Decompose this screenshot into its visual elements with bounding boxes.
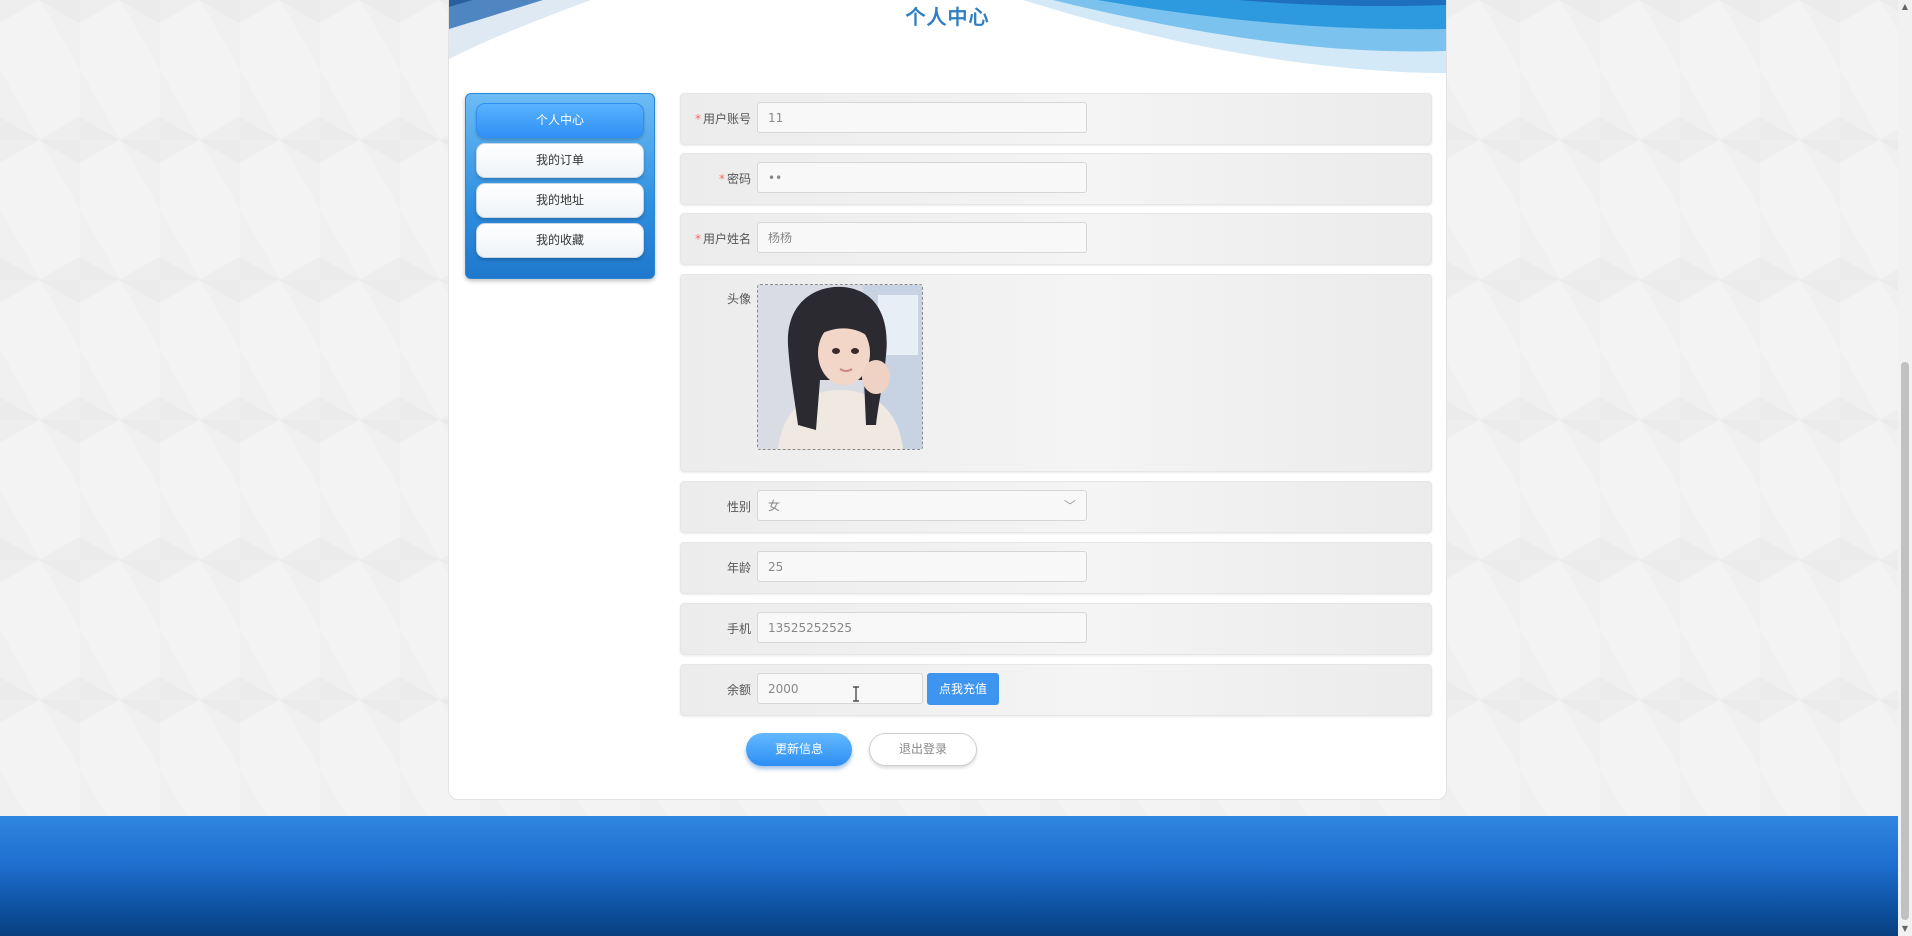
name-label-text: 用户姓名 bbox=[702, 232, 751, 246]
sidebar-item-profile[interactable]: 个人中心 bbox=[476, 103, 644, 138]
form-row-account: * 用户账号 11 bbox=[680, 93, 1432, 145]
account-input[interactable]: 11 bbox=[757, 102, 1087, 133]
required-mark: * bbox=[694, 232, 701, 246]
form-row-name: * 用户姓名 杨杨 bbox=[680, 213, 1432, 265]
gender-select-value: 女 bbox=[768, 499, 781, 513]
password-label-text: 密码 bbox=[726, 172, 751, 186]
password-input[interactable]: •• bbox=[757, 162, 1087, 193]
update-info-button[interactable]: 更新信息 bbox=[746, 733, 852, 766]
recharge-button[interactable]: 点我充值 bbox=[927, 673, 999, 705]
age-input[interactable]: 25 bbox=[757, 551, 1087, 582]
sidebar-nav: 个人中心 我的订单 我的地址 我的收藏 bbox=[465, 93, 655, 279]
form-row-password: * 密码 •• bbox=[680, 153, 1432, 205]
chevron-down-icon: ﹀ bbox=[1063, 499, 1076, 513]
phone-input[interactable]: 13525252525 bbox=[757, 612, 1087, 643]
sidebar-item-orders[interactable]: 我的订单 bbox=[476, 143, 644, 178]
form-row-phone: 手机 13525252525 bbox=[680, 603, 1432, 655]
name-label: * 用户姓名 bbox=[681, 214, 751, 264]
account-label-text: 用户账号 bbox=[702, 112, 751, 126]
scroll-down-icon[interactable]: ▼ bbox=[1898, 922, 1912, 936]
avatar-label: 头像 bbox=[726, 292, 751, 306]
name-input[interactable]: 杨杨 bbox=[757, 222, 1087, 253]
required-mark: * bbox=[718, 172, 725, 186]
scrollbar-thumb[interactable] bbox=[1901, 362, 1909, 920]
page-title: 个人中心 bbox=[905, 5, 990, 29]
logout-button[interactable]: 退出登录 bbox=[869, 733, 977, 766]
sidebar-item-address[interactable]: 我的地址 bbox=[476, 183, 644, 218]
sidebar-item-favorites[interactable]: 我的收藏 bbox=[476, 223, 644, 258]
scroll-up-icon[interactable]: ▲ bbox=[1898, 0, 1912, 14]
balance-label: 余额 bbox=[726, 683, 751, 697]
password-label: * 密码 bbox=[681, 154, 751, 204]
form-row-balance: 余额 2000 点我充值 bbox=[680, 664, 1432, 716]
text-cursor-icon bbox=[853, 686, 859, 702]
account-label: * 用户账号 bbox=[681, 94, 751, 144]
form-row-avatar: 头像 bbox=[680, 274, 1432, 472]
gender-label: 性别 bbox=[726, 500, 751, 514]
gender-select[interactable]: 女 ﹀ bbox=[757, 490, 1087, 521]
age-label: 年龄 bbox=[726, 561, 751, 575]
form-row-gender: 性别 女 ﹀ bbox=[680, 481, 1432, 533]
required-mark: * bbox=[694, 112, 701, 126]
footer bbox=[0, 816, 1898, 936]
profile-card: 个人中心 个人中心 我的订单 我的地址 我的收藏 * 用户账号 11 * 密码 ••… bbox=[448, 0, 1447, 800]
phone-label: 手机 bbox=[726, 622, 751, 636]
form-row-age: 年龄 25 bbox=[680, 542, 1432, 594]
avatar-upload[interactable] bbox=[757, 284, 923, 450]
scrollbar[interactable]: ▲ ▼ bbox=[1898, 0, 1912, 936]
avatar-image bbox=[758, 285, 922, 449]
balance-input[interactable]: 2000 bbox=[757, 673, 923, 704]
